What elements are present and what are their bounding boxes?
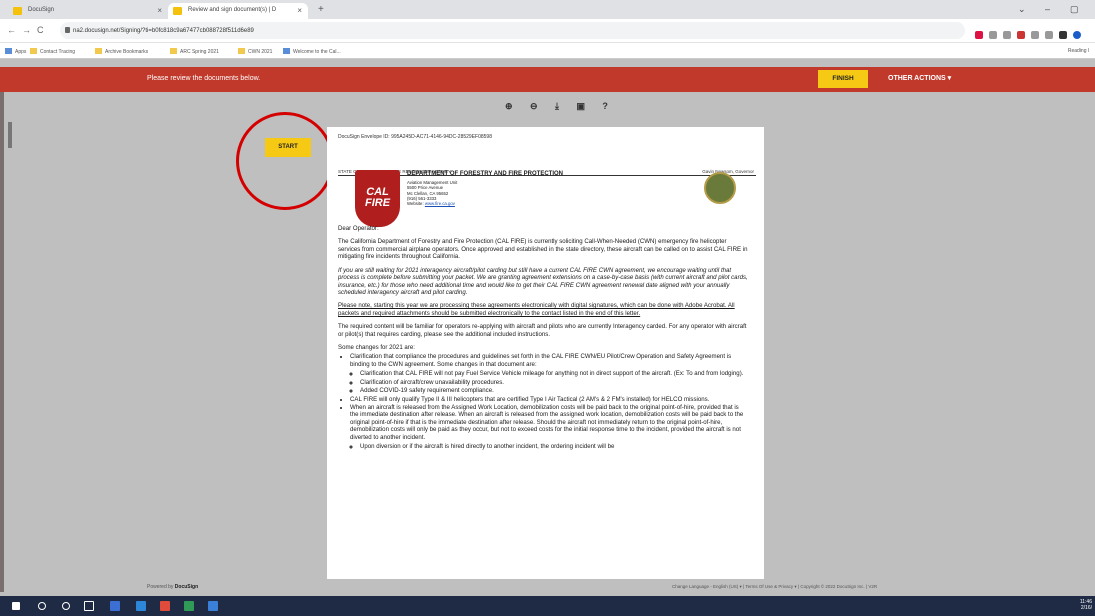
lock-icon [65, 27, 70, 33]
url-text: na2.docusign.net/Signing/?ti=b0fc818c9a6… [73, 28, 254, 34]
department-title: DEPARTMENT OF FORESTRY AND FIRE PROTECTI… [407, 171, 564, 177]
help-icon[interactable]: ? [602, 101, 608, 111]
folder-icon [95, 48, 102, 54]
file-explorer-icon[interactable] [110, 601, 120, 611]
app-icon[interactable] [208, 601, 218, 611]
docusign-action-bar: Please review the documents below. FINIS… [0, 67, 1095, 92]
reading-list[interactable]: Reading l [1068, 48, 1089, 54]
windows-taskbar: 11:46 2/16/ [0, 596, 1095, 616]
folder-icon [170, 48, 177, 54]
list-item: Clarification that CAL FIRE will not pay… [360, 370, 748, 377]
extension-icons [975, 26, 1087, 44]
list-item: Clarification of aircraft/crew unavailab… [360, 379, 748, 386]
extension-icon[interactable] [1059, 31, 1067, 39]
bookmark-cwn-2021[interactable]: CWN 2021 [238, 48, 272, 55]
document-page: DocuSign Envelope ID: 995A245D-AC71-4146… [327, 127, 764, 579]
browser-tab-bar: DocuSign × Review and sign document(s) |… [0, 0, 1095, 19]
profile-avatar-icon[interactable] [1073, 31, 1081, 39]
minimize-icon[interactable]: – [1045, 4, 1050, 14]
envelope-id: DocuSign Envelope ID: 995A245D-AC71-4146… [338, 134, 492, 140]
site-icon [283, 48, 290, 54]
website-link[interactable]: www.fire.ca.gov [425, 201, 455, 206]
footer-links[interactable]: Change Language - English (US) ▾ | Terms… [672, 584, 877, 590]
finish-button[interactable]: FINISH [818, 70, 868, 88]
maximize-icon[interactable]: ▢ [1070, 4, 1079, 15]
list-item: CAL FIRE will only qualify Type II & III… [350, 396, 748, 403]
folder-icon [30, 48, 37, 54]
bookmarks-bar: Apps Contact Tracing Archive Bookmarks A… [0, 43, 1095, 59]
list-item: Added COVID-19 safety requirement compli… [360, 387, 748, 394]
task-view-icon[interactable] [84, 601, 94, 611]
extension-icon[interactable] [1031, 31, 1039, 39]
extension-icon[interactable] [1017, 31, 1025, 39]
tab-search-icon[interactable]: ⌄ [1018, 4, 1026, 15]
download-icon[interactable]: ⤓ [555, 101, 559, 112]
back-icon[interactable]: ← [7, 25, 16, 35]
list-item: When an aircraft is released from the As… [350, 404, 748, 451]
extension-icon[interactable] [975, 31, 983, 39]
search-icon[interactable] [38, 602, 46, 610]
bookmark-welcome[interactable]: Welcome to the Cal... [283, 48, 341, 55]
tab-review-sign[interactable]: Review and sign document(s) | D × [168, 3, 308, 19]
tab-label: Review and sign document(s) | D [188, 7, 277, 13]
chrome-icon[interactable] [160, 601, 170, 611]
zoom-out-icon[interactable]: ⊖ [530, 101, 538, 112]
reload-icon[interactable]: C [37, 25, 44, 35]
close-tab-icon[interactable]: × [297, 6, 302, 15]
letter-body: Dear Operator: The California Department… [338, 225, 748, 452]
cortana-icon[interactable] [62, 602, 70, 610]
url-field[interactable]: na2.docusign.net/Signing/?ti=b0fc818c9a6… [60, 22, 965, 39]
zoom-in-icon[interactable]: ⊕ [505, 101, 513, 112]
review-banner-text: Please review the documents below. [147, 75, 261, 82]
highlight-circle [236, 112, 334, 210]
bookmark-apps[interactable]: Apps [5, 48, 26, 55]
changes-intro: Some changes for 2021 are: [338, 344, 415, 352]
tab-docusign[interactable]: DocuSign × [8, 3, 168, 19]
teams-icon[interactable] [184, 601, 194, 611]
document-toolbar: ⊕ ⊖ ⤓ ▣ ? [505, 96, 625, 112]
share-icon[interactable] [989, 31, 997, 39]
paragraph: Please note, starting this year we are p… [338, 302, 735, 317]
folder-icon [238, 48, 245, 54]
list-item: Clarification that compliance the proced… [350, 353, 748, 394]
address-bar: ← → C na2.docusign.net/Signing/?ti=b0fc8… [0, 19, 1095, 43]
print-icon[interactable]: ▣ [576, 101, 585, 112]
bookmark-archive[interactable]: Archive Bookmarks [95, 48, 148, 55]
paragraph: If you are still waiting for 2021 intera… [338, 266, 748, 296]
cal-fire-logo: CAL FIRE [355, 170, 400, 227]
docusign-logo: DocuSign [174, 584, 199, 590]
other-actions-button[interactable]: OTHER ACTIONS ▾ [888, 74, 951, 82]
bookmark-contact-tracing[interactable]: Contact Tracing [30, 48, 75, 55]
left-edge-strip [0, 67, 4, 592]
salutation: Dear Operator: [338, 225, 379, 232]
new-tab-button[interactable]: + [318, 4, 324, 15]
paragraph: The California Department of Forestry an… [338, 238, 748, 261]
list-item: Upon diversion or if the aircraft is hir… [360, 443, 748, 450]
changes-list: Clarification that compliance the proced… [338, 353, 748, 450]
docusign-favicon-icon [173, 7, 182, 15]
docusign-favicon-icon [13, 7, 22, 15]
windows-start-icon[interactable] [12, 602, 20, 610]
california-state-seal [704, 172, 736, 204]
close-tab-icon[interactable]: × [157, 6, 162, 15]
forward-icon[interactable]: → [22, 25, 31, 35]
bookmark-arc-spring[interactable]: ARC Spring 2021 [170, 48, 219, 55]
extensions-puzzle-icon[interactable] [1045, 31, 1053, 39]
star-icon[interactable] [1003, 31, 1011, 39]
tab-label: DocuSign [28, 7, 55, 13]
paragraph: The required content will be familiar fo… [338, 323, 747, 338]
apps-grid-icon [5, 48, 12, 54]
outlook-icon[interactable] [136, 601, 146, 611]
left-scroll-handle[interactable] [8, 122, 12, 148]
system-clock[interactable]: 11:46 2/16/ [1080, 599, 1092, 611]
powered-by: Powered by DocuSign [147, 584, 199, 590]
department-address: Aviation Management Unit 5500 Price Aven… [407, 180, 458, 207]
